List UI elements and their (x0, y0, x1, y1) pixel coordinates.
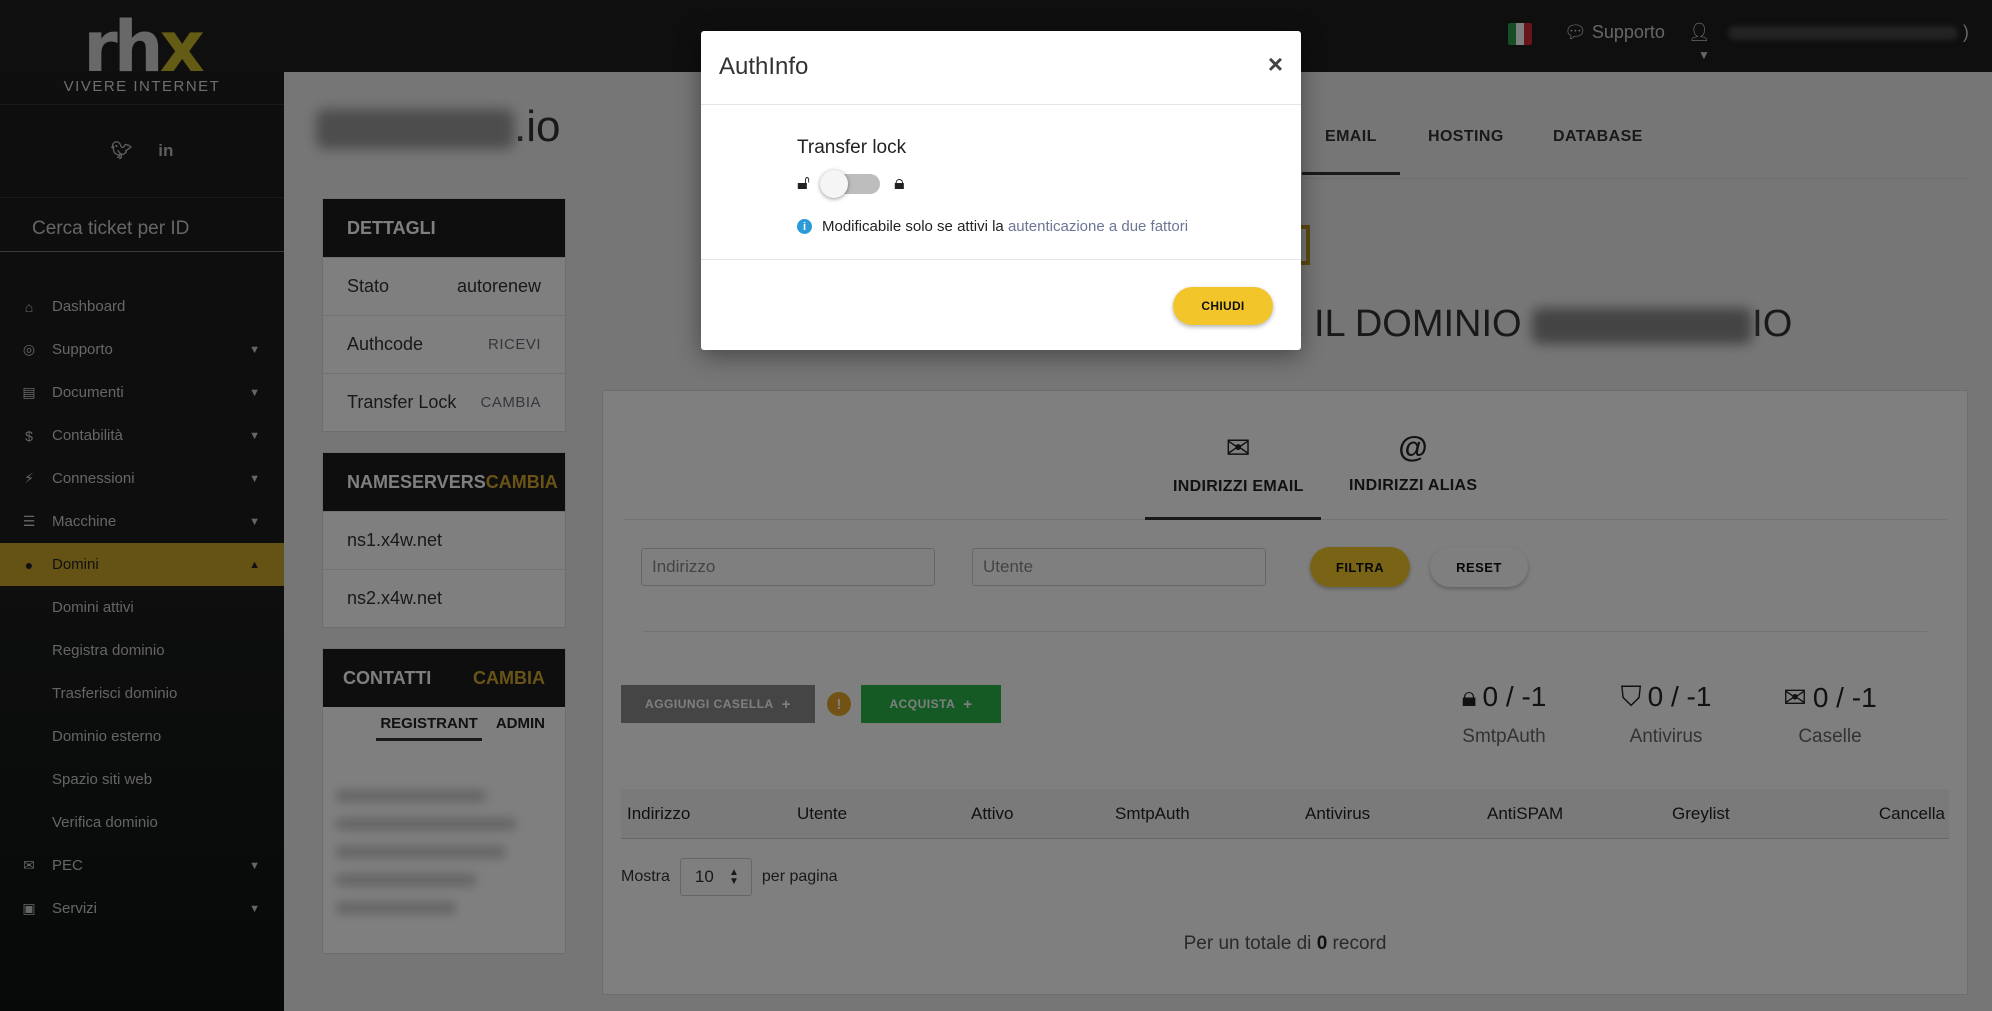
two-factor-link[interactable]: autenticazione a due fattori (1008, 218, 1188, 235)
lock-icon: 🔒︎ (893, 172, 905, 194)
notice-text: Modificabile solo se attivi la autentica… (822, 218, 1189, 235)
unlock-icon: 🔓︎ (797, 172, 810, 194)
transfer-lock-label: Transfer lock (797, 137, 907, 158)
transfer-lock-toggle[interactable] (819, 169, 880, 198)
transfer-lock-control: 🔓︎ 🔒︎ (797, 169, 905, 198)
close-icon[interactable]: × (1268, 49, 1283, 80)
modal-body: Transfer lock 🔓︎ 🔒︎ i Modificabile solo … (701, 105, 1301, 260)
modal-title: AuthInfo (719, 53, 809, 80)
authinfo-modal: AuthInfo × Transfer lock 🔓︎ 🔒︎ i Modific… (701, 31, 1301, 350)
two-factor-notice: i Modificabile solo se attivi la autenti… (797, 218, 1188, 235)
toggle-knob (819, 169, 848, 198)
close-button[interactable]: CHIUDI (1173, 287, 1273, 325)
info-icon: i (797, 219, 812, 234)
modal-header: AuthInfo × (701, 31, 1301, 105)
